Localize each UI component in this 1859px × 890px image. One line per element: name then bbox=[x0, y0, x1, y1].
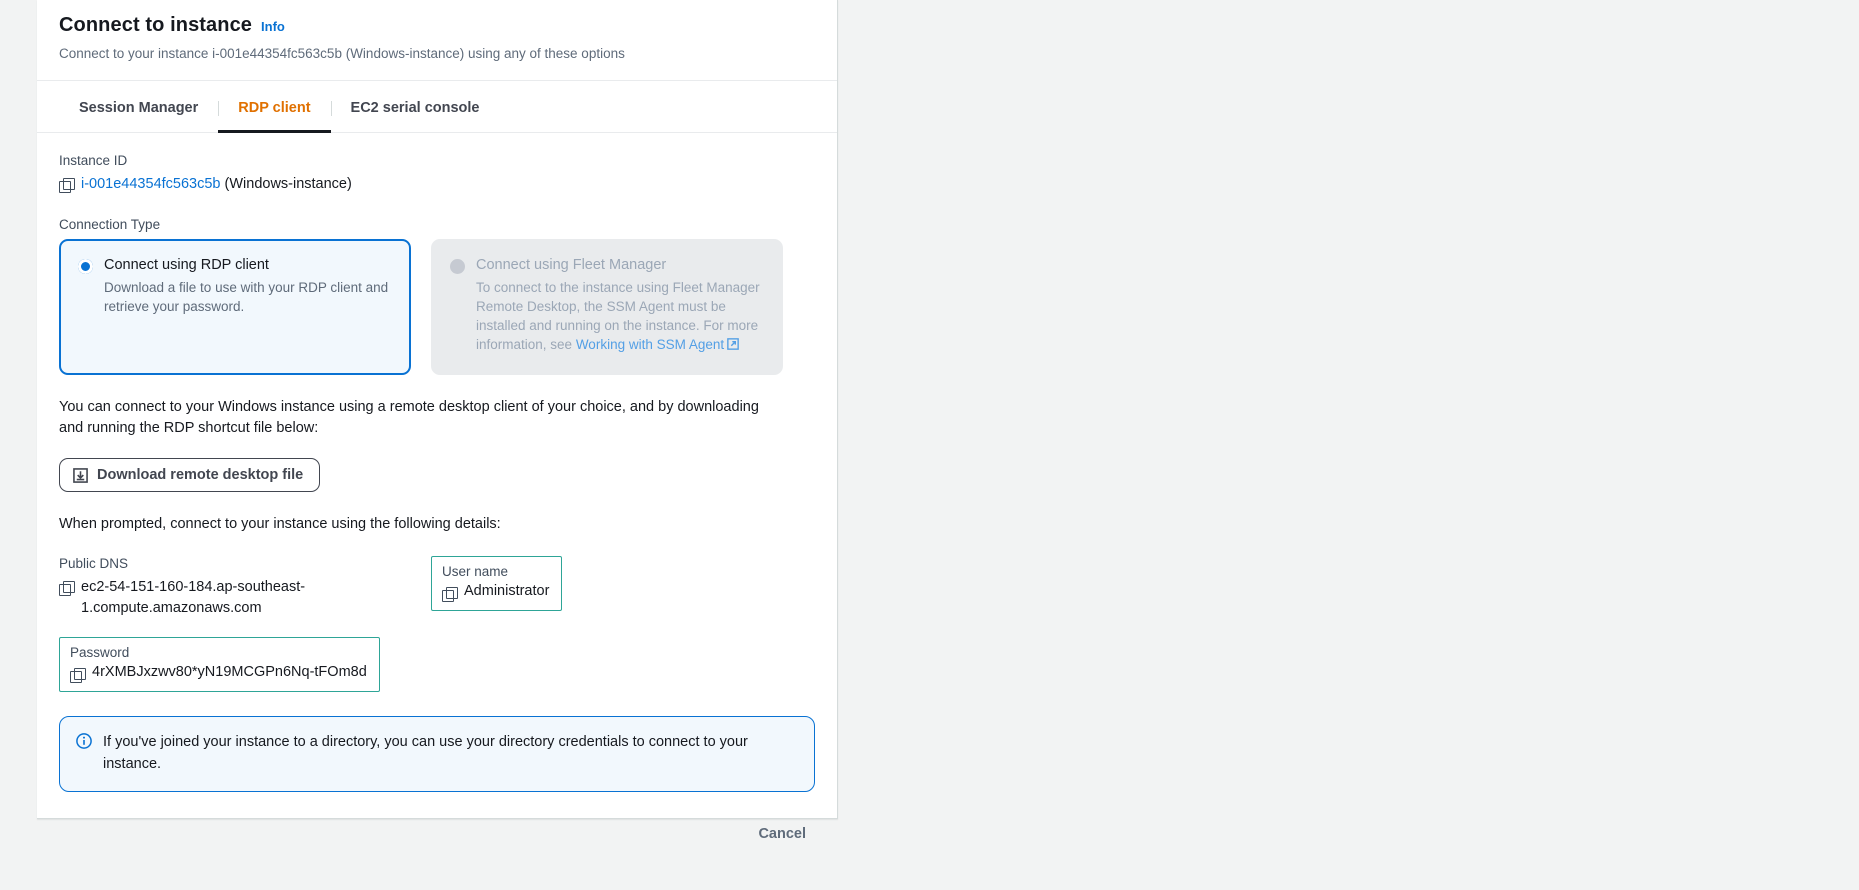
download-button-label: Download remote desktop file bbox=[97, 467, 304, 484]
download-remote-desktop-file-button[interactable]: Download remote desktop file bbox=[59, 458, 321, 493]
external-link-icon bbox=[727, 338, 739, 351]
alert-text: If you've joined your instance to a dire… bbox=[103, 733, 748, 772]
password-field: Password 4rXMBJxzwv80*yN19MCGPn6Nq-tFOm8… bbox=[59, 636, 380, 692]
instance-id-link[interactable]: i-001e44354fc563c5b bbox=[81, 176, 220, 192]
public-dns-block: Public DNS ec2-54-151-160-184.ap-southea… bbox=[59, 556, 431, 619]
tab-list: Session Manager RDP client EC2 serial co… bbox=[37, 80, 837, 133]
public-dns-value: ec2-54-151-160-184.ap-southeast-1.comput… bbox=[81, 578, 306, 616]
password-value-row: 4rXMBJxzwv80*yN19MCGPn6Nq-tFOm8d bbox=[70, 663, 367, 683]
user-name-field: User name Administrator bbox=[431, 555, 563, 611]
copy-icon[interactable] bbox=[59, 580, 75, 596]
public-dns-label: Public DNS bbox=[59, 555, 129, 571]
ssm-agent-link[interactable]: Working with SSM Agent bbox=[576, 337, 724, 352]
panel-footer: Cancel bbox=[37, 820, 838, 848]
panel-body: Instance ID i-001e44354fc563c5b (Windows… bbox=[37, 133, 837, 818]
copy-icon[interactable] bbox=[59, 177, 75, 193]
radio-rdp-client[interactable] bbox=[78, 258, 93, 274]
option-rdp-description: Download a file to use with your RDP cli… bbox=[104, 279, 389, 315]
directory-credentials-alert: If you've joined your instance to a dire… bbox=[59, 715, 815, 793]
page-title: Connect to instance bbox=[59, 14, 253, 36]
connect-panel: Connect to instance Info Connect to your… bbox=[37, 0, 838, 820]
option-fleet-description: To connect to the instance using Fleet M… bbox=[476, 278, 764, 355]
instructions-section: You can connect to your Windows instance… bbox=[59, 397, 815, 536]
user-name-value: Administrator bbox=[464, 582, 550, 599]
option-fleet-text: Connect using Fleet Manager To connect t… bbox=[476, 257, 764, 355]
instructions-paragraph-1: You can connect to your Windows instance… bbox=[59, 398, 759, 437]
instance-id-value-row: i-001e44354fc563c5b (Windows-instance) bbox=[59, 174, 815, 195]
option-rdp-title: Connect using RDP client bbox=[104, 256, 269, 273]
instance-id-value: i-001e44354fc563c5b (Windows-instance) bbox=[81, 174, 352, 195]
instance-name-suffix: (Windows-instance) bbox=[224, 175, 352, 192]
download-button-wrap: Download remote desktop file bbox=[59, 458, 815, 493]
info-circle-icon bbox=[76, 732, 92, 749]
tab-rdp-client[interactable]: RDP client bbox=[218, 81, 331, 133]
option-connect-using-rdp-client[interactable]: Connect using RDP client Download a file… bbox=[59, 238, 411, 375]
option-fleet-title: Connect using Fleet Manager bbox=[476, 256, 667, 273]
copy-icon[interactable] bbox=[442, 586, 458, 602]
cancel-button[interactable]: Cancel bbox=[748, 820, 816, 848]
radio-fleet-manager bbox=[450, 258, 465, 274]
password-value: 4rXMBJxzwv80*yN19MCGPn6Nq-tFOm8d bbox=[92, 663, 367, 680]
user-name-label: User name bbox=[442, 563, 509, 579]
tab-ec2-serial-console[interactable]: EC2 serial console bbox=[330, 81, 500, 132]
panel-header: Connect to instance Info Connect to your… bbox=[37, 0, 837, 81]
instructions-paragraph-2: When prompted, connect to your instance … bbox=[59, 516, 501, 533]
option-connect-using-fleet-manager: Connect using Fleet Manager To connect t… bbox=[431, 238, 783, 375]
connect-to-instance-page: Connect to instance Info Connect to your… bbox=[0, 0, 1859, 890]
copy-icon[interactable] bbox=[70, 667, 86, 683]
connection-type-section: Connection Type Connect using RDP client… bbox=[59, 217, 815, 375]
info-link[interactable]: Info bbox=[261, 19, 285, 34]
connection-type-label: Connection Type bbox=[59, 216, 161, 232]
option-rdp-text: Connect using RDP client Download a file… bbox=[104, 257, 392, 355]
connection-details: Public DNS ec2-54-151-160-184.ap-southea… bbox=[59, 555, 815, 619]
connection-type-options: Connect using RDP client Download a file… bbox=[59, 238, 815, 375]
password-label: Password bbox=[70, 644, 130, 660]
download-icon bbox=[73, 467, 88, 483]
instance-id-section: Instance ID i-001e44354fc563c5b (Windows… bbox=[59, 153, 815, 195]
public-dns-value-row: ec2-54-151-160-184.ap-southeast-1.comput… bbox=[59, 577, 431, 619]
title-row: Connect to instance Info bbox=[59, 14, 815, 37]
page-subtitle: Connect to your instance i-001e44354fc56… bbox=[59, 46, 625, 61]
user-name-value-row: Administrator bbox=[442, 582, 550, 602]
tab-session-manager[interactable]: Session Manager bbox=[59, 81, 218, 132]
instance-id-label: Instance ID bbox=[59, 152, 128, 168]
